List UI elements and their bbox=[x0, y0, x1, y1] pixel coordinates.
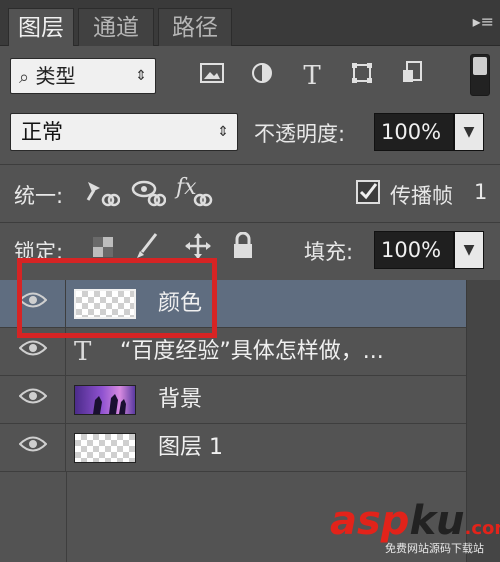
fill-input[interactable]: 100% bbox=[374, 231, 454, 269]
opacity-input[interactable]: 100% bbox=[374, 113, 454, 151]
chevron-updown-icon: ⇕ bbox=[135, 68, 147, 84]
tab-paths[interactable]: 路径 bbox=[158, 8, 232, 46]
propagate-frame-value: 1 bbox=[474, 180, 488, 204]
layer-thumbnail[interactable] bbox=[74, 385, 136, 415]
watermark-logo: aspku.com bbox=[330, 498, 500, 544]
search-icon: ⌕ bbox=[19, 67, 30, 88]
adjustment-filter-icon[interactable] bbox=[246, 60, 278, 92]
panel-tab-bar: 图层 通道 路径 ▸≡ bbox=[0, 0, 500, 47]
fill-dropdown-button[interactable]: ▼ bbox=[454, 231, 484, 269]
opacity-label: 不透明度: bbox=[254, 122, 346, 146]
layer-row-layer1[interactable]: 图层 1 bbox=[0, 424, 466, 472]
opacity-dropdown-button[interactable]: ▼ bbox=[454, 113, 484, 151]
highlight-annotation bbox=[17, 258, 217, 338]
propagate-frame-label: 传播帧 bbox=[390, 184, 453, 208]
divider bbox=[0, 222, 500, 223]
shape-filter-icon[interactable] bbox=[346, 60, 378, 92]
filter-toggle[interactable] bbox=[470, 54, 490, 96]
smart-object-filter-icon[interactable] bbox=[396, 60, 428, 92]
layer-row-background[interactable]: 背景 bbox=[0, 376, 466, 424]
eye-icon[interactable] bbox=[0, 424, 66, 472]
unify-position-icon[interactable] bbox=[84, 176, 121, 210]
unify-visibility-icon[interactable] bbox=[130, 176, 167, 210]
tab-layers[interactable]: 图层 bbox=[8, 8, 74, 47]
layer-name[interactable]: 图层 1 bbox=[158, 424, 223, 472]
lock-image-pixels-icon[interactable] bbox=[134, 232, 160, 260]
panel-menu-icon[interactable]: ▸≡ bbox=[464, 12, 494, 36]
image-filter-icon[interactable] bbox=[196, 60, 228, 92]
unify-style-icon[interactable]: fx bbox=[174, 172, 214, 210]
type-filter-icon[interactable]: T bbox=[296, 60, 328, 92]
svg-text:fx: fx bbox=[174, 175, 197, 200]
divider bbox=[66, 472, 67, 562]
blend-mode-select[interactable]: 正常 ⇕ bbox=[10, 113, 238, 151]
eye-icon[interactable] bbox=[0, 376, 66, 424]
propagate-frame-checkbox[interactable] bbox=[356, 180, 380, 204]
unify-label: 统一: bbox=[14, 184, 64, 208]
layer-filter-select[interactable]: ⌕ 类型 ⇕ bbox=[10, 58, 156, 94]
chevron-updown-icon: ⇕ bbox=[217, 124, 229, 140]
watermark-tagline: 免费网站源码下载站 bbox=[385, 542, 484, 555]
layer-filter-value: 类型 bbox=[35, 64, 76, 88]
fill-label: 填充: bbox=[304, 240, 354, 264]
layer-name[interactable]: 背景 bbox=[158, 376, 202, 424]
lock-all-icon[interactable] bbox=[232, 231, 254, 260]
layer-thumbnail[interactable] bbox=[74, 433, 136, 463]
divider bbox=[0, 164, 500, 165]
tab-channels[interactable]: 通道 bbox=[78, 8, 154, 46]
blend-mode-value: 正常 bbox=[21, 120, 63, 144]
lock-transparent-pixels-icon[interactable] bbox=[92, 236, 114, 258]
lock-position-icon[interactable] bbox=[184, 232, 212, 260]
